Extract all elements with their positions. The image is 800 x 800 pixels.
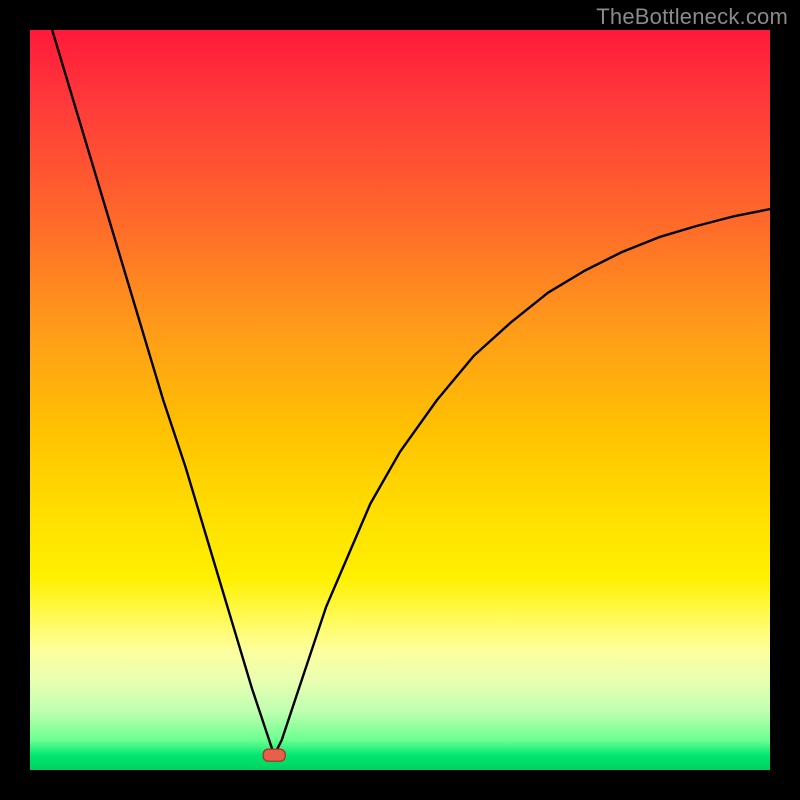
plot-background-gradient xyxy=(30,30,770,770)
watermark-text: TheBottleneck.com xyxy=(596,4,788,30)
chart-frame: TheBottleneck.com xyxy=(0,0,800,800)
